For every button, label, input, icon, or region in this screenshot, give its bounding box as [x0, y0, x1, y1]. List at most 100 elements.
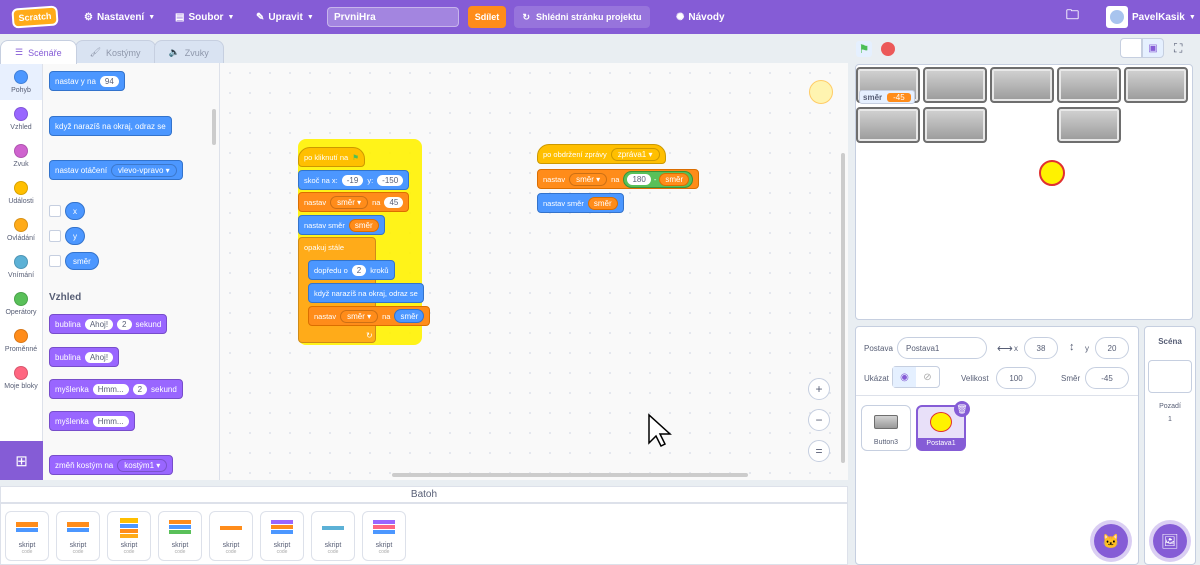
move-steps-block[interactable]: dopředu o 2 kroků: [308, 260, 395, 280]
tab-sounds[interactable]: 🔈 Zvuky: [153, 40, 224, 64]
workspace-v-scrollbar[interactable]: [841, 153, 845, 463]
sprite-card-button3[interactable]: Button3: [861, 405, 911, 451]
bounce-block[interactable]: když narazíš na okraj, odraz se: [49, 116, 172, 136]
account-menu[interactable]: PavelKasik ▼: [1106, 0, 1196, 34]
settings-menu[interactable]: ⚙ Nastavení ▼: [84, 0, 155, 34]
block-dropdown[interactable]: kostým1 ▾: [117, 458, 168, 472]
category-control[interactable]: Ovládání: [0, 211, 42, 248]
stage-button-sprite[interactable]: [923, 107, 987, 143]
variable-monitor[interactable]: směr -45: [859, 90, 915, 104]
backdrop-thumbnail[interactable]: [1148, 360, 1192, 393]
switch-costume-block[interactable]: změň kostým na kostým1 ▾: [49, 455, 174, 475]
backpack-item[interactable]: skript code: [311, 511, 355, 561]
workspace-h-scrollbar[interactable]: [392, 473, 748, 477]
checkbox-y[interactable]: [49, 230, 61, 242]
stop-icon[interactable]: [881, 42, 895, 56]
block-input[interactable]: -150: [377, 174, 404, 186]
edit-menu[interactable]: ✎ Upravit ▼: [256, 0, 314, 34]
category-sensing[interactable]: Vnímání: [0, 248, 42, 285]
ball-sprite[interactable]: [1039, 160, 1065, 186]
script-workspace[interactable]: po kliknutí na ⚑ skoč na x: -19 y: -150 …: [220, 63, 848, 480]
project-title-input[interactable]: [327, 7, 459, 27]
block-input[interactable]: 2: [351, 264, 367, 276]
backpack-item[interactable]: skript code: [107, 511, 151, 561]
category-sound[interactable]: Zvuk: [0, 137, 42, 174]
block-input[interactable]: 94: [99, 75, 119, 87]
block-dropdown[interactable]: směr ▾: [569, 172, 608, 186]
direction-field[interactable]: -45: [1085, 367, 1129, 389]
set-variable-block[interactable]: nastav směr ▾ na 180 - směr: [537, 169, 700, 189]
category-looks[interactable]: Vzhled: [0, 100, 42, 137]
bounce-block[interactable]: když narazíš na okraj, odraz se: [308, 283, 424, 303]
zoom-reset-icon[interactable]: =: [808, 440, 830, 462]
add-sprite-button[interactable]: 🐱: [1094, 524, 1128, 558]
fullscreen-icon[interactable]: ⛶: [1174, 41, 1182, 56]
palette-scrollbar[interactable]: [212, 109, 216, 145]
eye-icon[interactable]: ◉: [893, 367, 916, 387]
stage-button-sprite[interactable]: [1057, 67, 1121, 103]
eye-off-icon[interactable]: ⊘: [916, 367, 939, 387]
large-stage-icon[interactable]: ▣: [1142, 38, 1164, 58]
sprite-name-field[interactable]: Postava1: [897, 337, 987, 359]
block-input[interactable]: Hmm...: [92, 383, 129, 395]
reporter-smer[interactable]: směr: [587, 196, 618, 210]
backpack-item[interactable]: skript code: [158, 511, 202, 561]
block-input[interactable]: Ahoj!: [84, 318, 114, 330]
category-motion[interactable]: Pohyb: [0, 63, 42, 100]
block-input[interactable]: 2: [117, 318, 132, 330]
category-events[interactable]: Události: [0, 174, 42, 211]
add-backdrop-button[interactable]: 🖼: [1153, 524, 1187, 558]
set-variable-block[interactable]: nastav směr ▾ na 45: [298, 192, 410, 212]
backpack-header[interactable]: Batoh: [0, 486, 848, 503]
backpack-item[interactable]: skript code: [56, 511, 100, 561]
file-menu[interactable]: ▤ Soubor ▼: [175, 0, 234, 34]
block-dropdown[interactable]: zpráva1 ▾: [610, 147, 660, 161]
reporter-y[interactable]: y: [65, 227, 85, 245]
when-flag-clicked-block[interactable]: po kliknutí na ⚑: [298, 147, 365, 167]
backpack-item[interactable]: skript code: [362, 511, 406, 561]
block-input[interactable]: 2: [132, 383, 148, 395]
point-in-direction-block[interactable]: nastav směr směr: [298, 215, 385, 235]
set-y-block[interactable]: nastav y na 94: [49, 71, 125, 91]
reporter-smer[interactable]: směr: [394, 309, 425, 323]
green-flag-icon[interactable]: ⚑: [856, 41, 872, 57]
my-stuff-button[interactable]: 🗀: [1066, 0, 1079, 34]
category-operators[interactable]: Operátory: [0, 285, 42, 322]
zoom-in-icon[interactable]: +: [808, 378, 830, 400]
sprite-card-postava1[interactable]: Postava1 🗑: [916, 401, 970, 451]
think-block[interactable]: myšlenka Hmm...: [49, 411, 135, 431]
checkbox-smer[interactable]: [49, 255, 61, 267]
block-input[interactable]: 45: [384, 196, 404, 208]
stage[interactable]: směr -45: [855, 64, 1193, 320]
small-stage-icon[interactable]: [1120, 38, 1142, 58]
reporter-x[interactable]: x: [65, 202, 85, 220]
tutorials-menu[interactable]: ✺ Návody: [676, 0, 725, 34]
subtract-operator[interactable]: 180 - směr: [623, 170, 694, 188]
reporter-smer[interactable]: směr: [348, 218, 379, 232]
block-input[interactable]: Hmm...: [92, 415, 129, 427]
x-field[interactable]: 38: [1024, 337, 1058, 359]
checkbox-x[interactable]: [49, 205, 61, 217]
block-input[interactable]: 180: [627, 173, 651, 185]
go-to-xy-block[interactable]: skoč na x: -19 y: -150: [298, 170, 410, 190]
backpack-item[interactable]: skript code: [209, 511, 253, 561]
backpack-item[interactable]: skript code: [5, 511, 49, 561]
category-my-blocks[interactable]: Moje bloky: [0, 359, 42, 396]
stage-button-sprite[interactable]: [990, 67, 1054, 103]
stage-button-sprite[interactable]: [923, 67, 987, 103]
scratch-logo[interactable]: Scratch: [11, 5, 59, 29]
block-dropdown[interactable]: směr ▾: [330, 195, 369, 209]
stage-button-sprite[interactable]: [1124, 67, 1188, 103]
block-dropdown[interactable]: vlevo-vpravo ▾: [111, 163, 177, 177]
say-block[interactable]: bublina Ahoj!: [49, 347, 120, 367]
block-input[interactable]: -19: [341, 174, 364, 186]
when-receive-block[interactable]: po obdržení zprávy zpráva1 ▾: [537, 144, 666, 164]
category-variables[interactable]: Proměnné: [0, 322, 42, 359]
tab-code[interactable]: ☰ Scénáře: [0, 40, 77, 64]
say-for-block[interactable]: bublina Ahoj! 2 sekund: [49, 314, 168, 334]
tab-costumes[interactable]: 🖌 Kostýmy: [74, 40, 156, 64]
size-field[interactable]: 100: [996, 367, 1036, 389]
y-field[interactable]: 20: [1095, 337, 1129, 359]
trash-icon[interactable]: 🗑: [954, 401, 970, 417]
zoom-out-icon[interactable]: −: [808, 409, 830, 431]
